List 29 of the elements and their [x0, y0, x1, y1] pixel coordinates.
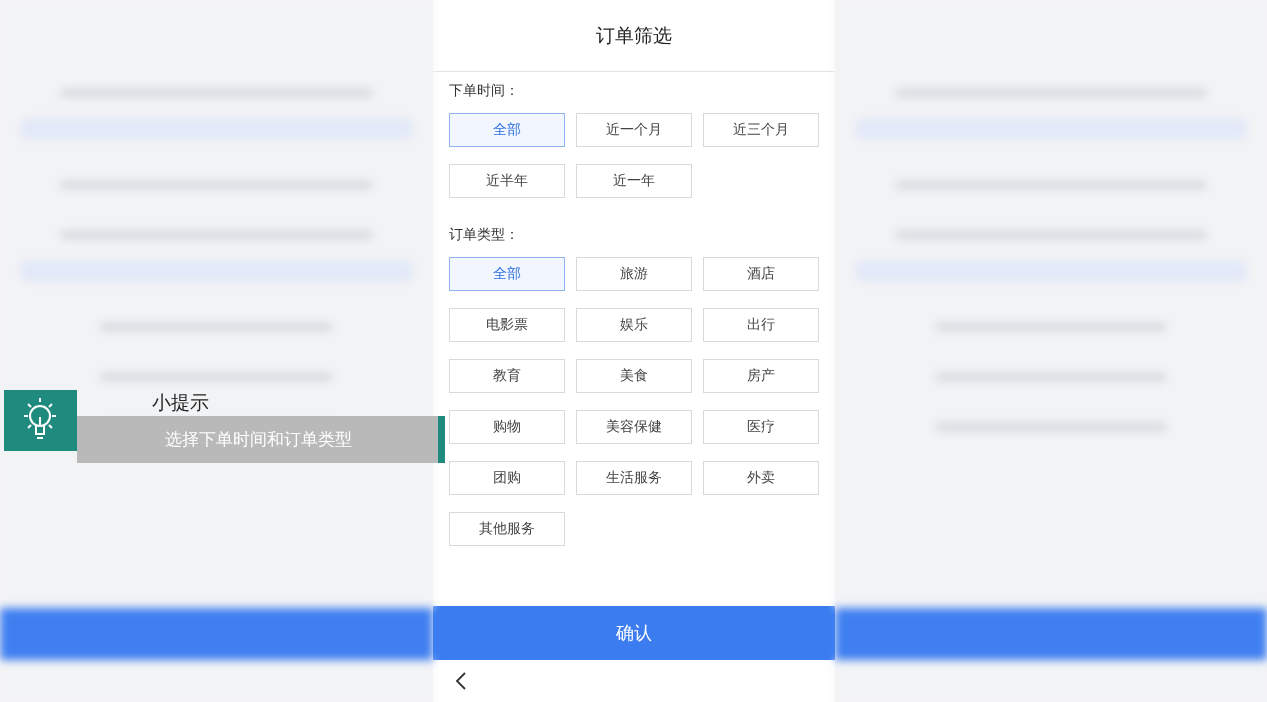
- filter-option[interactable]: 房产: [702, 359, 819, 393]
- back-icon[interactable]: [454, 671, 467, 691]
- filter-option[interactable]: 美容保健: [575, 410, 692, 444]
- dialog-title: 订单筛选: [432, 0, 835, 72]
- filter-option[interactable]: 外卖: [702, 461, 819, 495]
- filter-option[interactable]: 娱乐: [575, 308, 692, 342]
- lightbulb-icon: [4, 390, 77, 451]
- section-label: 下单时间：: [448, 82, 520, 100]
- filter-option[interactable]: 购物: [448, 410, 565, 444]
- filter-option[interactable]: 电影票: [448, 308, 565, 342]
- filter-option[interactable]: 全部: [448, 257, 565, 291]
- filter-option[interactable]: 全部: [448, 113, 565, 147]
- filter-option[interactable]: 近半年: [448, 164, 565, 198]
- filter-option[interactable]: 团购: [448, 461, 565, 495]
- filter-option[interactable]: 其他服务: [448, 512, 565, 546]
- tip-caption: 选择下单时间和订单类型: [77, 416, 445, 463]
- confirm-button[interactable]: 确认: [432, 606, 835, 660]
- filter-option[interactable]: 美食: [575, 359, 692, 393]
- filter-option[interactable]: 近一个月: [575, 113, 692, 147]
- filter-option[interactable]: 生活服务: [575, 461, 692, 495]
- filter-option[interactable]: 近一年: [575, 164, 692, 198]
- filter-option[interactable]: 旅游: [575, 257, 692, 291]
- filter-option[interactable]: 教育: [448, 359, 565, 393]
- filter-option[interactable]: 酒店: [702, 257, 819, 291]
- section-label: 订单类型：: [448, 226, 520, 244]
- filter-option[interactable]: 医疗: [702, 410, 819, 444]
- filter-option[interactable]: 出行: [702, 308, 819, 342]
- tip-title: 小提示: [151, 390, 210, 415]
- filter-option[interactable]: 近三个月: [702, 113, 819, 147]
